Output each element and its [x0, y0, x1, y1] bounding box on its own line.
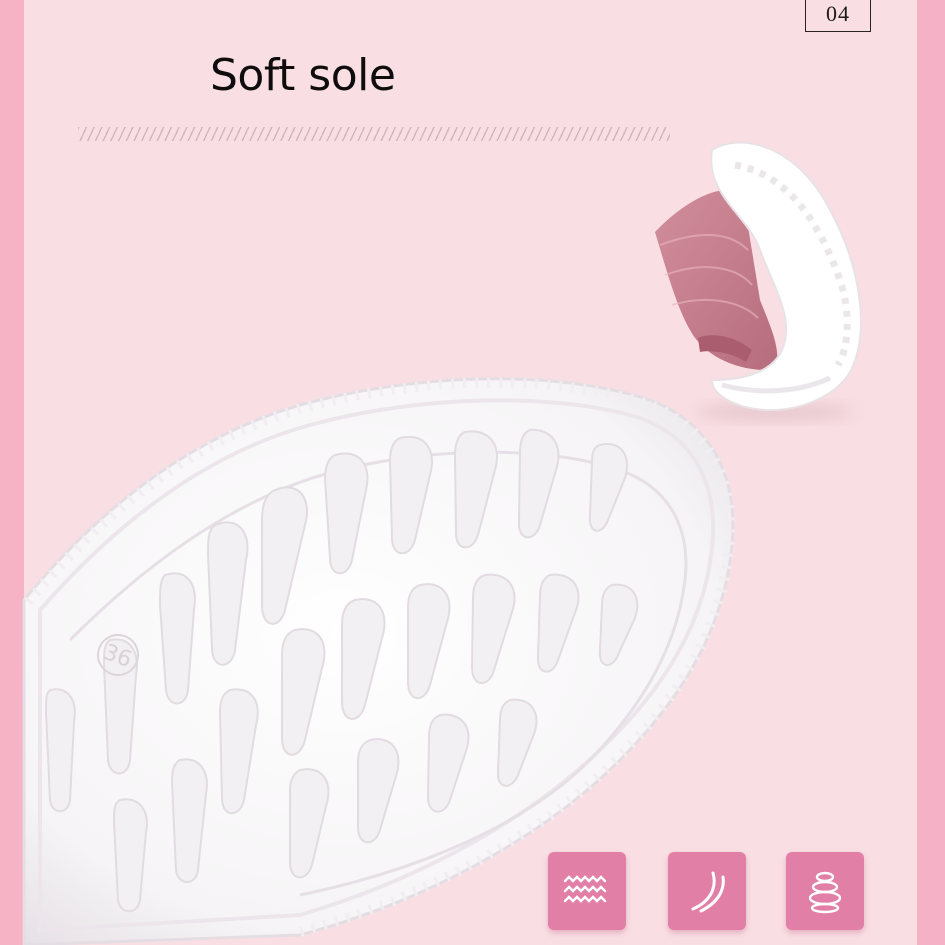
feature-icon-row: [548, 852, 868, 932]
spring-stack-icon: [786, 852, 864, 930]
shoe-photo: 36: [22, 141, 862, 945]
flex-curve-icon: [668, 852, 746, 930]
bent-shoe-image: [655, 141, 862, 422]
wave-layers-icon: [548, 852, 626, 930]
